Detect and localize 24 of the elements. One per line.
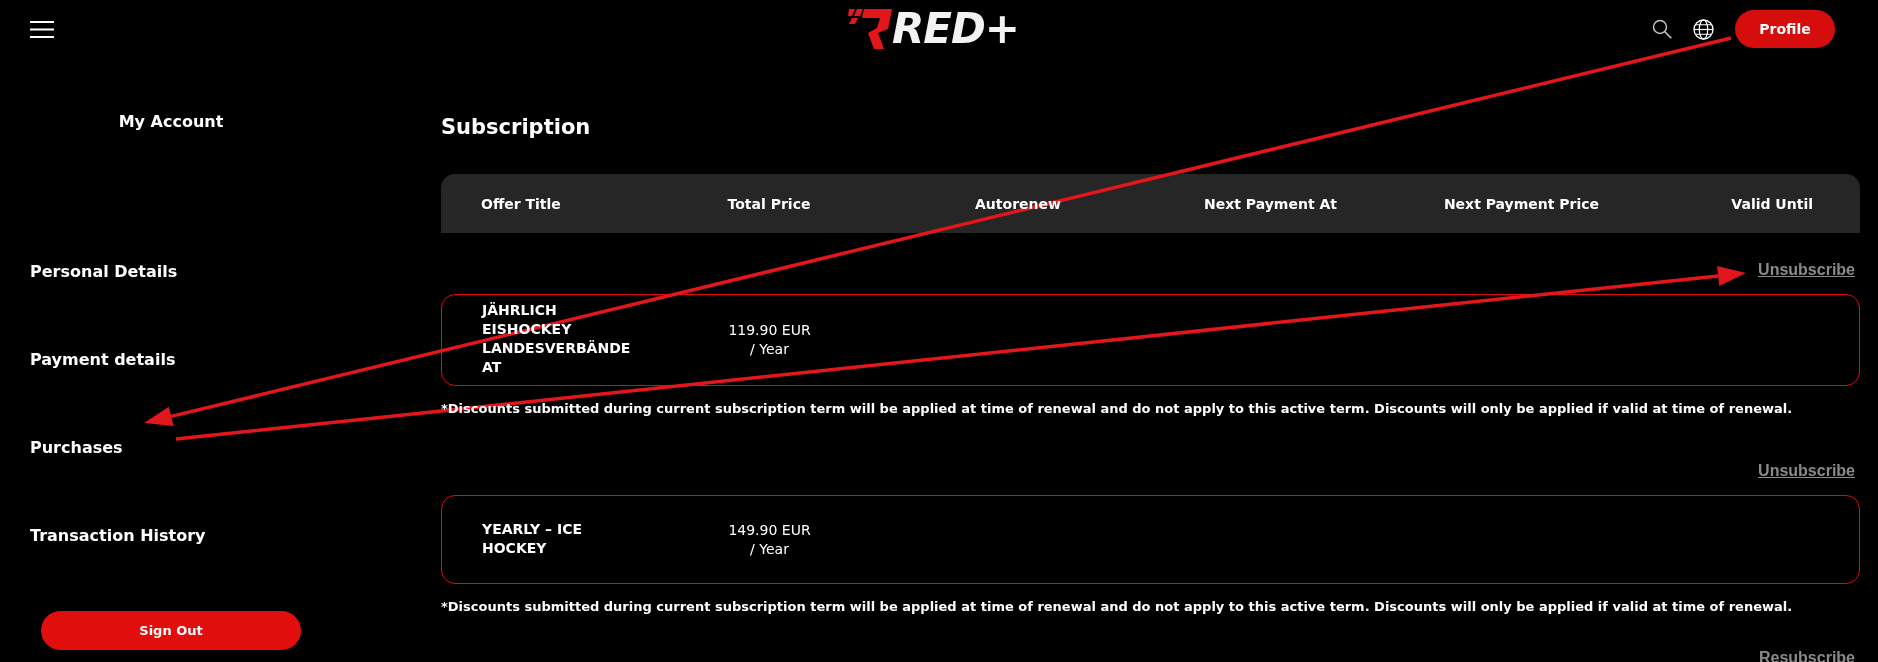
column-header: Valid Until xyxy=(1731,195,1813,212)
column-header: Offer Title xyxy=(481,195,561,212)
sidebar-title: My Account xyxy=(118,112,224,131)
sidebar-link[interactable]: Payment details xyxy=(30,350,176,370)
subscription-action-link[interactable]: Unsubscribe xyxy=(1758,462,1855,479)
price-text: 149.90 EUR / Year xyxy=(728,520,811,559)
subscription-action-link[interactable]: Unsubscribe xyxy=(1758,261,1855,278)
sidebar-link[interactable]: Purchases xyxy=(30,438,123,458)
search-icon[interactable] xyxy=(1652,19,1672,39)
price-text: 119.90 EUR / Year xyxy=(728,321,811,359)
logo-mark-icon xyxy=(845,7,892,51)
sign-out-button[interactable]: Sign Out xyxy=(41,611,301,650)
sidebar-link[interactable]: Transaction History xyxy=(30,526,206,546)
column-header: Next Payment Price xyxy=(1443,195,1600,212)
column-header: Total Price xyxy=(727,195,811,212)
disclaimer-text: *Discounts submitted during current subscription term will be applied at time of renewal and do not apply to this active term. Discounts will only be applied if valid at time of renewal. xyxy=(441,599,1793,614)
logo-text[interactable]: RED+ xyxy=(891,8,1020,50)
globe-icon[interactable] xyxy=(1693,18,1714,40)
menu-icon[interactable] xyxy=(30,20,54,38)
sidebar-link[interactable]: Personal Details xyxy=(30,262,178,282)
offer-title-text: YEARLY – ICE HOCKEY xyxy=(482,519,583,558)
page-title: Subscription xyxy=(441,115,591,139)
column-header: Next Payment At xyxy=(1204,195,1337,212)
profile-button[interactable]: Profile xyxy=(1735,10,1835,48)
